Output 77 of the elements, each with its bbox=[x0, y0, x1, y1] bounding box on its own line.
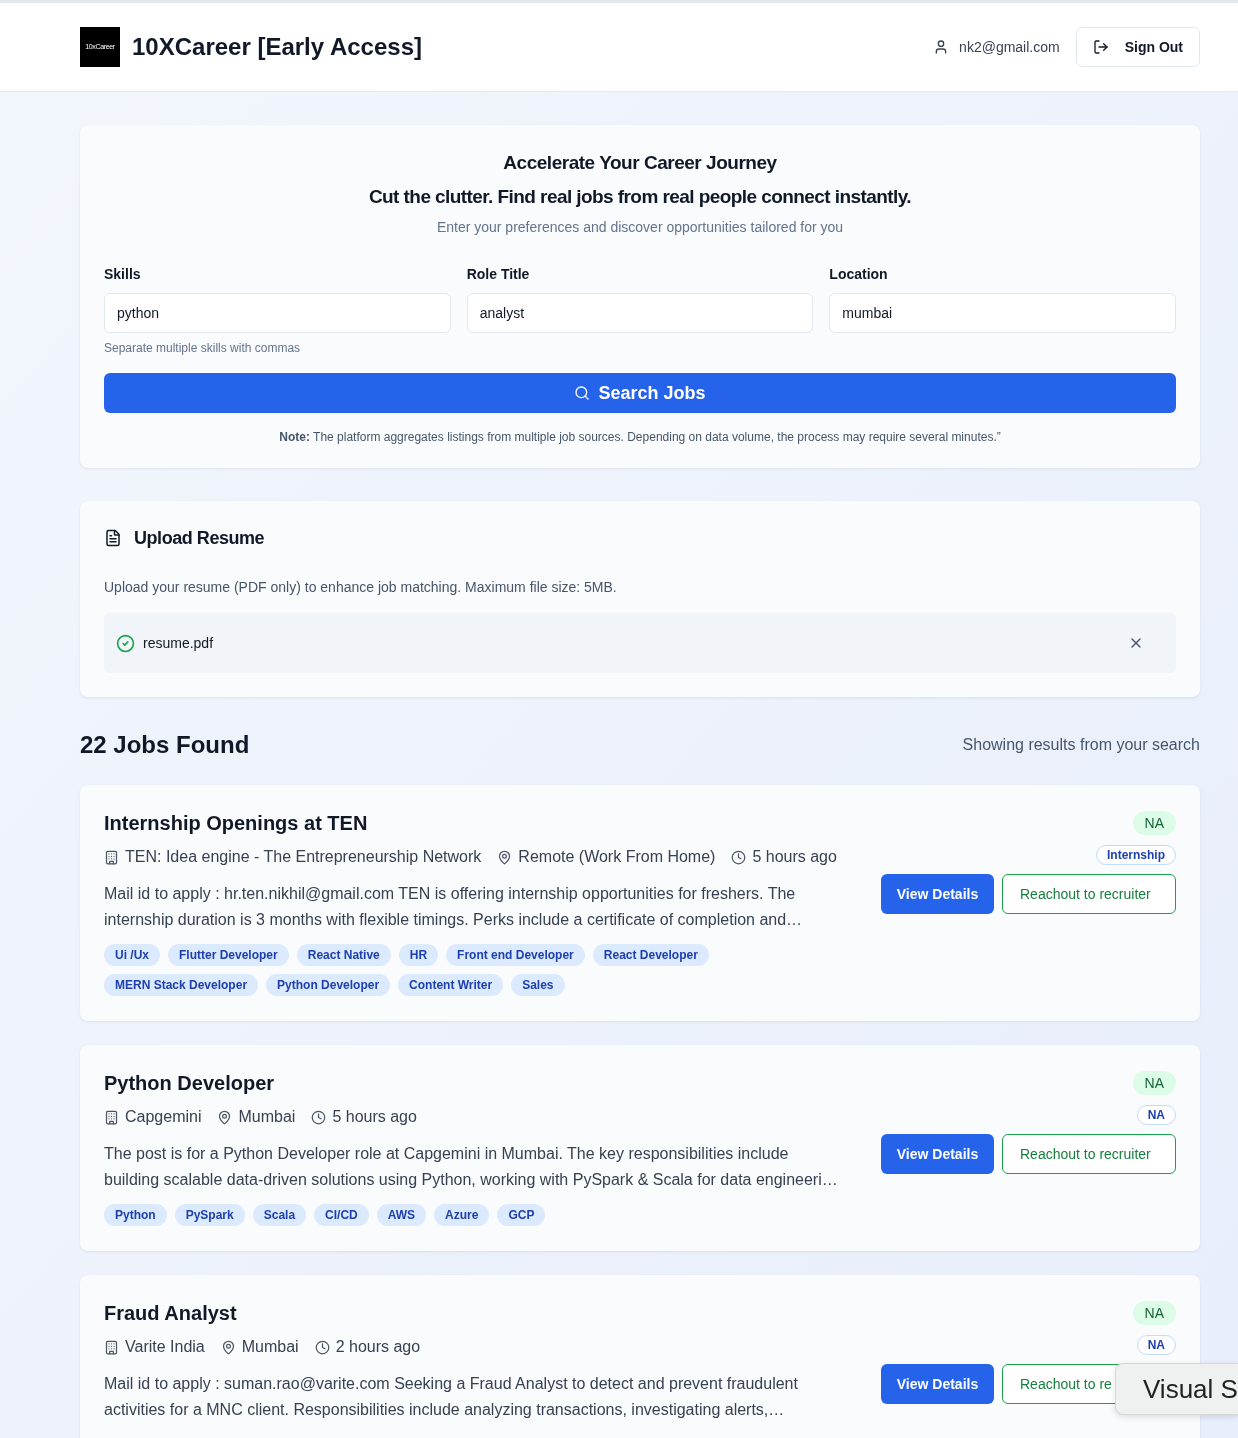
view-details-button[interactable]: View Details bbox=[881, 1364, 994, 1404]
skill-tag: CI/CD bbox=[314, 1204, 369, 1226]
skill-tag: React Developer bbox=[592, 944, 709, 966]
text-input[interactable]: mumbai bbox=[829, 293, 1176, 333]
skill-tag: React Native bbox=[296, 944, 391, 966]
map-pin-icon bbox=[217, 1109, 233, 1125]
app-title: 10XCareer [Early Access] bbox=[132, 32, 422, 62]
building-icon bbox=[104, 849, 119, 865]
skill-tag: Python bbox=[104, 1204, 167, 1226]
job-location: Remote (Work From Home) bbox=[518, 847, 716, 867]
sign-out-button[interactable]: Sign Out bbox=[1075, 27, 1200, 67]
posted-time: 5 hours ago bbox=[752, 847, 837, 867]
results-heading: 22 Jobs Found bbox=[80, 730, 250, 760]
skill-tag: AWS bbox=[376, 1204, 427, 1226]
job-type-badge: NA bbox=[1136, 1105, 1176, 1125]
user-email: nk2@gmail.com bbox=[959, 37, 1060, 57]
job-type-badge: Internship bbox=[1096, 845, 1176, 865]
clock-icon bbox=[314, 1339, 330, 1355]
panel-subtitle: Enter your preferences and discover opportunities tailored for you bbox=[435, 218, 845, 237]
check-circle-icon bbox=[116, 633, 135, 653]
reachout-button[interactable]: Reachout to recruiter bbox=[1002, 874, 1176, 914]
job-description: Mail id to apply : suman.rao@varite.com Seeking a Fraud Analyst to detect and prevent fraudulent activities for a MNC client. Responsibilities include analyzing transactions, investigating alerts,… bbox=[104, 1374, 799, 1420]
floating-tooltip: Visual S bbox=[1115, 1363, 1238, 1415]
note-text: Note: The platform aggregates listings from multiple job sources. Depending on data volume, the process may require several minutes.” bbox=[278, 429, 1002, 445]
clock-icon bbox=[731, 849, 747, 865]
skill-tag: Flutter Developer bbox=[168, 944, 289, 966]
job-title: Fraud Analyst bbox=[104, 1301, 238, 1326]
posted-time: 2 hours ago bbox=[335, 1337, 421, 1357]
skill-tag: HR bbox=[398, 944, 439, 966]
job-location: Mumbai bbox=[238, 1107, 296, 1127]
posted-time: 5 hours ago bbox=[332, 1107, 417, 1127]
skill-tag: Content Writer bbox=[398, 974, 504, 996]
job-title: Internship Openings at TEN bbox=[104, 811, 369, 836]
skill-tag: Front end Developer bbox=[446, 944, 585, 966]
document-icon bbox=[104, 529, 122, 547]
resume-description: Upload your resume (PDF only) to enhance job matching. Maximum file size: 5MB. bbox=[104, 578, 618, 597]
job-description: Mail id to apply : hr.ten.nikhil@gmail.com TEN is offering internship opportunities for freshers. The internship duration is 3 months with flexible timings. Perks include a certificate of completion and… bbox=[104, 884, 804, 930]
results-summary: Showing results from your search bbox=[962, 735, 1200, 755]
panel-heading: Accelerate Your Career Journey bbox=[502, 151, 778, 175]
score-badge: NA bbox=[1132, 1071, 1176, 1095]
job-description: The post is for a Python Developer role at Capgemini in Mumbai. The key responsibilities include building scalable data-driven solutions using Python, working with PySpark & Scala for data engineeri… bbox=[104, 1144, 839, 1190]
score-badge: NA bbox=[1132, 811, 1176, 835]
score-badge: NA bbox=[1132, 1301, 1176, 1325]
skill-tag: Scala bbox=[252, 1204, 307, 1226]
job-location: Mumbai bbox=[241, 1337, 299, 1357]
view-details-button[interactable]: View Details bbox=[881, 1134, 994, 1174]
field-hint: Separate multiple skills with commas bbox=[104, 340, 302, 356]
company-name: Varite India bbox=[125, 1337, 205, 1357]
map-pin-icon bbox=[497, 849, 513, 865]
skill-tag: Sales bbox=[511, 974, 565, 996]
text-input[interactable]: python bbox=[104, 293, 451, 333]
field-label: Location bbox=[829, 265, 889, 284]
panel-title: Upload Resume bbox=[134, 527, 265, 550]
text-input[interactable]: analyst bbox=[466, 293, 814, 333]
skill-tag: Ui /Ux bbox=[104, 944, 160, 966]
skill-tag: GCP bbox=[497, 1204, 546, 1226]
skill-tag: Python Developer bbox=[266, 974, 391, 996]
skill-tag: MERN Stack Developer bbox=[104, 974, 259, 996]
view-details-button[interactable]: View Details bbox=[881, 874, 994, 914]
skill-tag: Azure bbox=[434, 1204, 490, 1226]
field-label: Role Title bbox=[466, 265, 531, 284]
file-name: resume.pdf bbox=[143, 633, 214, 653]
clock-icon bbox=[311, 1109, 327, 1125]
tagline: Cut the clutter. Find real jobs from real people connect instantly. bbox=[367, 185, 913, 209]
company-name: TEN: Idea engine - The Entrepreneurship Network bbox=[125, 847, 482, 867]
reachout-button[interactable]: Reachout to recruiter bbox=[1002, 1134, 1176, 1174]
job-title: Python Developer bbox=[104, 1071, 276, 1096]
field-label: Skills bbox=[104, 265, 142, 284]
company-name: Capgemini bbox=[125, 1107, 202, 1127]
sign-out-icon bbox=[1092, 39, 1109, 55]
job-type-badge: NA bbox=[1136, 1335, 1176, 1355]
search-jobs-button[interactable]: Search Jobs bbox=[104, 373, 1176, 413]
building-icon bbox=[104, 1109, 119, 1125]
skill-tag: PySpark bbox=[174, 1204, 245, 1226]
map-pin-icon bbox=[220, 1339, 236, 1355]
search-icon bbox=[574, 385, 591, 401]
building-icon bbox=[104, 1339, 119, 1355]
